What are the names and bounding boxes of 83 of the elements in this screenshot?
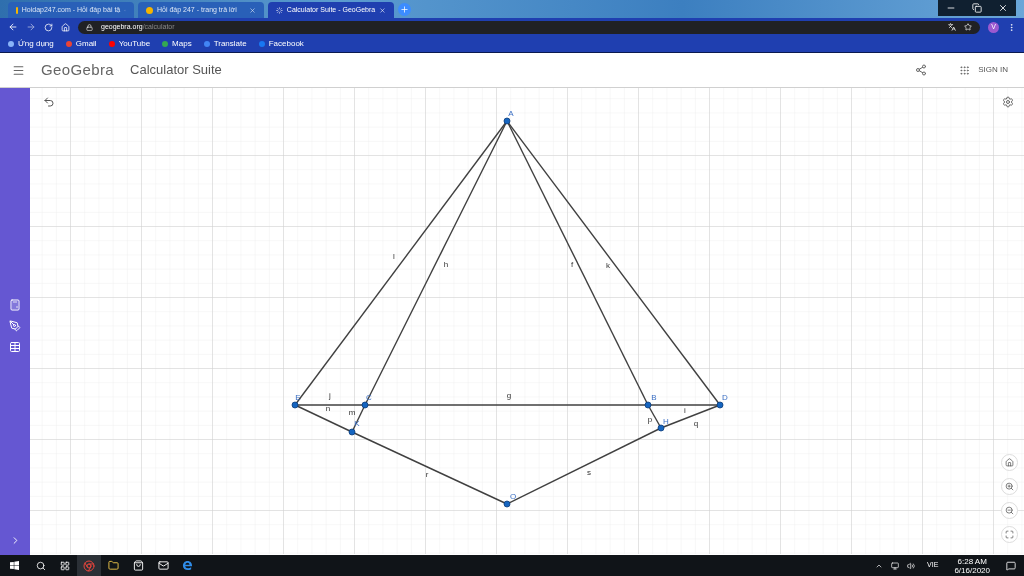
bookmark-icon — [162, 41, 169, 47]
segment-label: m — [348, 408, 356, 417]
segment-label: j — [329, 391, 331, 400]
point[interactable] — [644, 401, 652, 409]
edge-icon[interactable] — [182, 560, 193, 571]
bookmark-link[interactable]: Ứng dụng — [8, 38, 54, 50]
segment-label: r — [425, 470, 429, 479]
store-icon[interactable] — [133, 560, 144, 571]
segment-label: f — [570, 260, 574, 269]
new-tab-button[interactable] — [398, 3, 411, 16]
app-title: Calculator Suite — [130, 61, 222, 80]
point[interactable] — [348, 428, 356, 436]
bookmark-link[interactable]: Translate — [203, 38, 247, 50]
settings-icon[interactable] — [1002, 96, 1014, 108]
mail-icon[interactable] — [158, 560, 169, 571]
home-icon[interactable] — [61, 22, 70, 32]
segment-label: p — [647, 415, 653, 424]
loading-icon — [276, 6, 283, 14]
menu-icon[interactable] — [12, 63, 25, 77]
point[interactable] — [716, 401, 724, 409]
point-label: K — [354, 419, 360, 428]
point[interactable] — [503, 117, 511, 125]
bookmark-link[interactable]: Maps — [162, 38, 192, 50]
fullscreen-icon — [1005, 530, 1014, 539]
forward-icon[interactable] — [26, 22, 36, 32]
segment-label: i — [684, 406, 686, 415]
segment-label: h — [443, 260, 449, 269]
point-label: O — [509, 492, 517, 501]
point[interactable] — [361, 401, 369, 409]
zoom-in-icon — [1005, 482, 1014, 491]
apps-icon[interactable] — [959, 64, 971, 76]
clock-date: 6/16/2020 — [954, 565, 990, 575]
translate-icon[interactable] — [948, 23, 956, 31]
graph-canvas[interactable]: l h f k j g n m i p q r s A E C B D K H O — [30, 88, 1024, 555]
bookmark-link[interactable]: Gmail — [65, 38, 97, 50]
search-icon[interactable] — [36, 560, 46, 571]
point[interactable] — [657, 424, 665, 432]
bookmark-icon — [258, 41, 265, 47]
segment-label: l — [393, 252, 395, 261]
calculator-icon[interactable] — [9, 298, 21, 311]
segment-label: s — [587, 468, 591, 477]
point-label: D — [722, 393, 728, 402]
point[interactable] — [503, 500, 511, 508]
volume-icon[interactable] — [907, 561, 916, 570]
restore-icon[interactable] — [972, 3, 982, 13]
point-label: E — [295, 393, 301, 402]
bookmark-link[interactable]: YouTube — [108, 38, 151, 50]
point-label: A — [508, 109, 514, 118]
segment-label: q — [693, 419, 699, 428]
segment-label: n — [325, 404, 331, 413]
back-icon[interactable] — [8, 22, 18, 32]
network-icon[interactable] — [891, 561, 900, 570]
bookmark-icon — [65, 41, 72, 47]
point-label: C — [366, 393, 372, 402]
task-view-icon[interactable] — [60, 560, 70, 571]
point-label: H — [663, 417, 669, 426]
point[interactable] — [291, 401, 299, 409]
zoom-out-icon — [1005, 506, 1014, 515]
segment-label: k — [606, 261, 610, 270]
bookmark-icon — [108, 41, 115, 47]
logo: GeoGebra — [41, 59, 115, 80]
reload-icon[interactable] — [44, 22, 53, 32]
bookmark-icon — [8, 41, 14, 47]
sign-in-button[interactable]: SIGN IN — [978, 64, 1008, 76]
table-icon[interactable] — [9, 340, 21, 353]
chrome-icon[interactable] — [83, 559, 95, 572]
site-icon — [146, 6, 153, 14]
pen-icon[interactable] — [9, 319, 21, 332]
notification-icon[interactable] — [1006, 560, 1016, 571]
star-icon[interactable] — [964, 23, 972, 31]
segment-label: g — [506, 391, 512, 400]
point-label: B — [651, 393, 657, 402]
plus-icon — [400, 5, 409, 14]
bookmark-icon — [203, 41, 210, 47]
undo-icon[interactable] — [43, 96, 55, 108]
folder-icon[interactable] — [108, 560, 119, 571]
share-icon[interactable] — [915, 64, 928, 76]
clock-time: 6:28 AM — [957, 556, 987, 566]
lock-icon — [86, 23, 93, 31]
menu-icon[interactable] — [1007, 22, 1016, 32]
bookmark-link[interactable]: Facebook — [258, 38, 304, 50]
windows-icon[interactable] — [10, 561, 19, 570]
home-icon — [1005, 458, 1014, 467]
